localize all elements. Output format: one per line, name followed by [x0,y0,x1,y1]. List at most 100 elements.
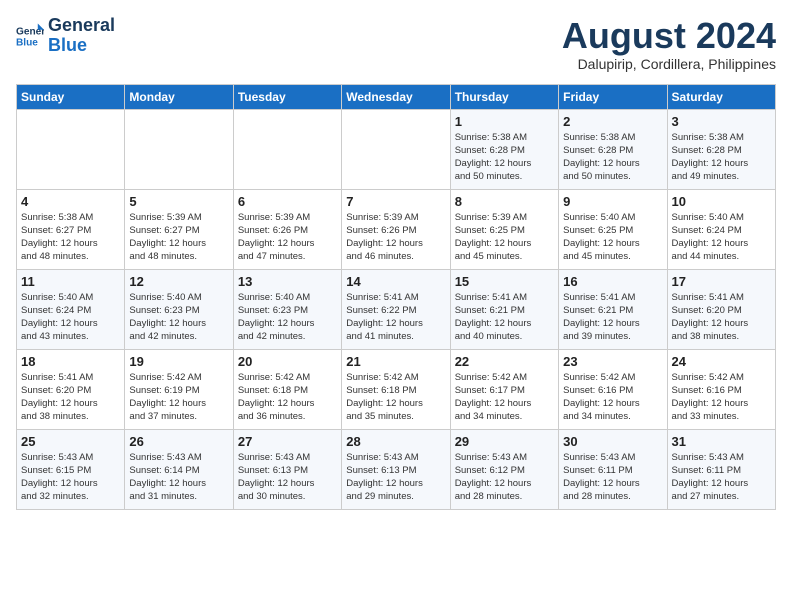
calendar-cell: 25 Sunrise: 5:43 AM Sunset: 6:15 PM Dayli… [17,429,125,509]
logo: General Blue General Blue [16,16,115,56]
day-info: Sunrise: 5:40 AM Sunset: 6:24 PM Dayligh… [21,291,120,344]
calendar-cell: 18 Sunrise: 5:41 AM Sunset: 6:20 PM Dayli… [17,349,125,429]
day-number: 13 [238,274,337,289]
weekday-header-thursday: Thursday [450,84,558,109]
day-number: 3 [672,114,771,129]
day-info: Sunrise: 5:43 AM Sunset: 6:15 PM Dayligh… [21,451,120,504]
day-info: Sunrise: 5:42 AM Sunset: 6:16 PM Dayligh… [563,371,662,424]
day-number: 9 [563,194,662,209]
calendar-cell: 31Sunrise: 5:43 AM Sunset: 6:11 PM Dayli… [667,429,775,509]
day-info: Sunrise: 5:43 AM Sunset: 6:11 PM Dayligh… [563,451,662,504]
day-number: 28 [346,434,445,449]
day-number: 15 [455,274,554,289]
day-number: 6 [238,194,337,209]
day-number: 20 [238,354,337,369]
calendar-cell: 23 Sunrise: 5:42 AM Sunset: 6:16 PM Dayli… [559,349,667,429]
calendar-week-row: 18 Sunrise: 5:41 AM Sunset: 6:20 PM Dayli… [17,349,776,429]
calendar-cell: 1 Sunrise: 5:38 AM Sunset: 6:28 PM Daylig… [450,109,558,189]
day-number: 18 [21,354,120,369]
day-number: 11 [21,274,120,289]
day-info: Sunrise: 5:40 AM Sunset: 6:23 PM Dayligh… [129,291,228,344]
day-number: 25 [21,434,120,449]
calendar-cell: 4Sunrise: 5:38 AM Sunset: 6:27 PM Daylig… [17,189,125,269]
day-info: Sunrise: 5:38 AM Sunset: 6:27 PM Dayligh… [21,211,120,264]
day-number: 26 [129,434,228,449]
day-info: Sunrise: 5:42 AM Sunset: 6:18 PM Dayligh… [346,371,445,424]
calendar-cell: 30 Sunrise: 5:43 AM Sunset: 6:11 PM Dayli… [559,429,667,509]
day-number: 1 [455,114,554,129]
calendar-cell: 6 Sunrise: 5:39 AM Sunset: 6:26 PM Daylig… [233,189,341,269]
day-info: Sunrise: 5:38 AM Sunset: 6:28 PM Dayligh… [563,131,662,184]
calendar-cell: 12 Sunrise: 5:40 AM Sunset: 6:23 PM Dayli… [125,269,233,349]
day-number: 30 [563,434,662,449]
calendar-week-row: 4Sunrise: 5:38 AM Sunset: 6:27 PM Daylig… [17,189,776,269]
calendar-cell: 11 Sunrise: 5:40 AM Sunset: 6:24 PM Dayli… [17,269,125,349]
day-info: Sunrise: 5:43 AM Sunset: 6:13 PM Dayligh… [238,451,337,504]
day-number: 23 [563,354,662,369]
day-number: 17 [672,274,771,289]
day-number: 5 [129,194,228,209]
calendar-cell: 27Sunrise: 5:43 AM Sunset: 6:13 PM Dayli… [233,429,341,509]
calendar-cell: 9 Sunrise: 5:40 AM Sunset: 6:25 PM Daylig… [559,189,667,269]
calendar-cell: 10 Sunrise: 5:40 AM Sunset: 6:24 PM Dayli… [667,189,775,269]
logo-icon: General Blue [16,22,44,50]
month-year-title: August 2024 [562,16,776,56]
weekday-header-saturday: Saturday [667,84,775,109]
calendar-cell: 19Sunrise: 5:42 AM Sunset: 6:19 PM Dayli… [125,349,233,429]
weekday-header-monday: Monday [125,84,233,109]
day-info: Sunrise: 5:41 AM Sunset: 6:21 PM Dayligh… [455,291,554,344]
calendar-cell [17,109,125,189]
day-number: 7 [346,194,445,209]
day-info: Sunrise: 5:40 AM Sunset: 6:25 PM Dayligh… [563,211,662,264]
calendar-cell: 3 Sunrise: 5:38 AM Sunset: 6:28 PM Daylig… [667,109,775,189]
calendar-cell: 29Sunrise: 5:43 AM Sunset: 6:12 PM Dayli… [450,429,558,509]
weekday-header-row: SundayMondayTuesdayWednesdayThursdayFrid… [17,84,776,109]
day-info: Sunrise: 5:41 AM Sunset: 6:21 PM Dayligh… [563,291,662,344]
calendar-week-row: 1 Sunrise: 5:38 AM Sunset: 6:28 PM Daylig… [17,109,776,189]
day-info: Sunrise: 5:39 AM Sunset: 6:25 PM Dayligh… [455,211,554,264]
location-text: Dalupirip, Cordillera, Philippines [562,56,776,72]
calendar-body: 1 Sunrise: 5:38 AM Sunset: 6:28 PM Daylig… [17,109,776,509]
calendar-cell: 20 Sunrise: 5:42 AM Sunset: 6:18 PM Dayli… [233,349,341,429]
calendar-cell: 2 Sunrise: 5:38 AM Sunset: 6:28 PM Daylig… [559,109,667,189]
day-info: Sunrise: 5:39 AM Sunset: 6:27 PM Dayligh… [129,211,228,264]
day-info: Sunrise: 5:43 AM Sunset: 6:11 PM Dayligh… [672,451,771,504]
calendar-cell: 24Sunrise: 5:42 AM Sunset: 6:16 PM Dayli… [667,349,775,429]
day-number: 24 [672,354,771,369]
day-info: Sunrise: 5:38 AM Sunset: 6:28 PM Dayligh… [672,131,771,184]
calendar-cell: 15 Sunrise: 5:41 AM Sunset: 6:21 PM Dayli… [450,269,558,349]
calendar-cell [233,109,341,189]
day-info: Sunrise: 5:42 AM Sunset: 6:17 PM Dayligh… [455,371,554,424]
calendar-cell: 14Sunrise: 5:41 AM Sunset: 6:22 PM Dayli… [342,269,450,349]
day-number: 22 [455,354,554,369]
day-info: Sunrise: 5:43 AM Sunset: 6:13 PM Dayligh… [346,451,445,504]
day-info: Sunrise: 5:39 AM Sunset: 6:26 PM Dayligh… [238,211,337,264]
day-info: Sunrise: 5:40 AM Sunset: 6:23 PM Dayligh… [238,291,337,344]
calendar-cell: 8Sunrise: 5:39 AM Sunset: 6:25 PM Daylig… [450,189,558,269]
day-number: 19 [129,354,228,369]
logo-text-line1: General [48,16,115,36]
day-info: Sunrise: 5:41 AM Sunset: 6:20 PM Dayligh… [21,371,120,424]
calendar-table: SundayMondayTuesdayWednesdayThursdayFrid… [16,84,776,510]
calendar-cell: 7Sunrise: 5:39 AM Sunset: 6:26 PM Daylig… [342,189,450,269]
day-info: Sunrise: 5:42 AM Sunset: 6:18 PM Dayligh… [238,371,337,424]
calendar-cell: 26 Sunrise: 5:43 AM Sunset: 6:14 PM Dayli… [125,429,233,509]
calendar-header: SundayMondayTuesdayWednesdayThursdayFrid… [17,84,776,109]
day-info: Sunrise: 5:43 AM Sunset: 6:14 PM Dayligh… [129,451,228,504]
calendar-cell [125,109,233,189]
calendar-cell: 13 Sunrise: 5:40 AM Sunset: 6:23 PM Dayli… [233,269,341,349]
day-info: Sunrise: 5:41 AM Sunset: 6:20 PM Dayligh… [672,291,771,344]
day-number: 2 [563,114,662,129]
day-number: 14 [346,274,445,289]
day-info: Sunrise: 5:43 AM Sunset: 6:12 PM Dayligh… [455,451,554,504]
day-info: Sunrise: 5:38 AM Sunset: 6:28 PM Dayligh… [455,131,554,184]
calendar-cell: 21Sunrise: 5:42 AM Sunset: 6:18 PM Dayli… [342,349,450,429]
weekday-header-tuesday: Tuesday [233,84,341,109]
day-number: 10 [672,194,771,209]
calendar-cell: 28 Sunrise: 5:43 AM Sunset: 6:13 PM Dayli… [342,429,450,509]
logo-text-line2: Blue [48,36,115,56]
calendar-week-row: 11 Sunrise: 5:40 AM Sunset: 6:24 PM Dayli… [17,269,776,349]
title-block: August 2024 Dalupirip, Cordillera, Phili… [562,16,776,72]
day-info: Sunrise: 5:40 AM Sunset: 6:24 PM Dayligh… [672,211,771,264]
day-number: 12 [129,274,228,289]
